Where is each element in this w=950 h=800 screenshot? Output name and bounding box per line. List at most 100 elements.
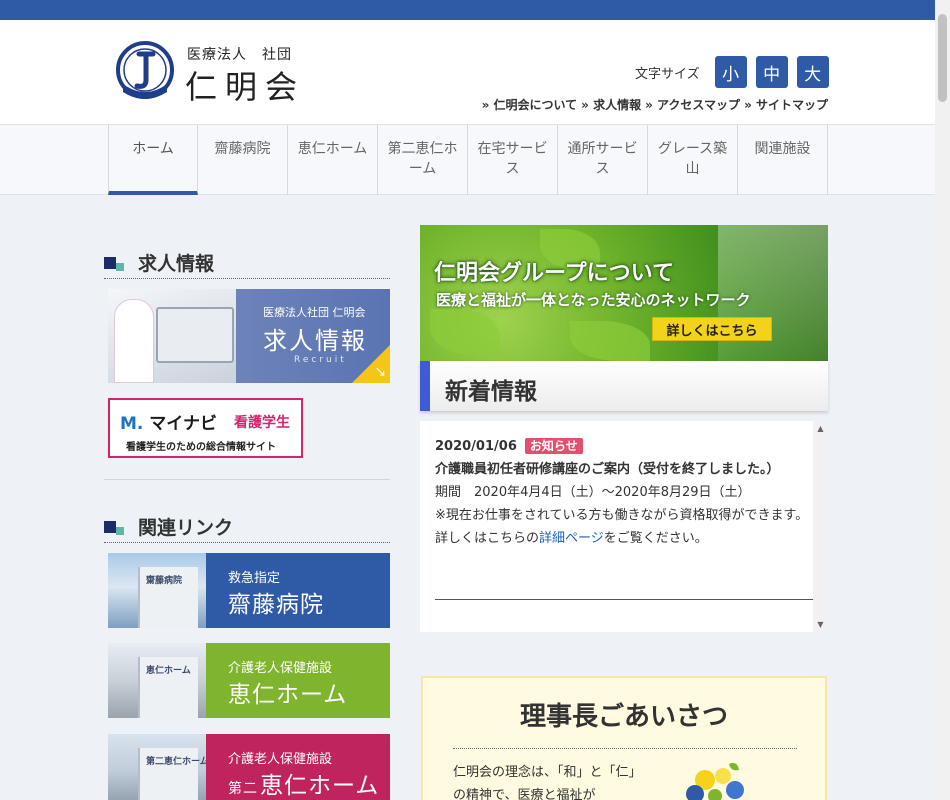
greeting-box: 理事長ごあいさつ 仁明会の理念は、「和」と「仁」の精神で、医療と福祉が <box>421 676 827 800</box>
link-about[interactable]: » 仁明会について <box>482 96 578 113</box>
nav-item-home[interactable]: ホーム <box>108 125 198 195</box>
news-heading-accent <box>420 361 430 411</box>
banner-big-label: 恵仁ホーム <box>228 682 348 708</box>
banner-big-text: 第二恵仁ホーム <box>228 766 379 800</box>
link-access-map[interactable]: » アクセスマップ <box>645 96 740 113</box>
utility-links: » 仁明会について » 求人情報 » アクセスマップ » サイトマップ <box>478 96 828 113</box>
links-heading-text: 関連リンク <box>138 517 234 539</box>
news-heading: 新着情報 <box>420 361 828 411</box>
recruit-photo <box>108 289 236 383</box>
news-detail: 詳しくはこちらの詳細ページをご覧ください。 <box>435 527 813 550</box>
link-recruit[interactable]: » 求人情報 <box>581 96 641 113</box>
nav-label: 恵仁ホーム <box>297 141 368 157</box>
font-size-label: 文字サイズ <box>635 66 700 82</box>
news-divider <box>435 599 813 600</box>
banner-body: 介護老人保健施設 恵仁ホーム <box>206 643 390 718</box>
nav-label: 在宅サービス <box>477 141 548 177</box>
banner-small-text: 介護老人保健施設 <box>228 752 333 767</box>
nurse-figure <box>114 299 154 383</box>
building-image: 齋藤病院 <box>138 567 198 628</box>
news-note: ※現在お仕事をされている方も働きながら資格取得ができます。 <box>435 508 809 523</box>
hero-subtitle: 医療と福祉が一体となった安心のネットワーク <box>436 291 751 309</box>
nav-item-day-service[interactable]: 通所サービス <box>558 125 648 195</box>
nav-label: 関連施設 <box>754 141 811 157</box>
nav-item-home-service[interactable]: 在宅サービス <box>468 125 558 195</box>
banner-big-text: 恵仁ホーム <box>228 675 347 709</box>
daini-keijin-home-banner[interactable]: 第二恵仁ホーム 介護老人保健施設 第二恵仁ホーム <box>108 734 390 800</box>
font-size-medium-button[interactable]: 中 <box>755 56 788 88</box>
logo-subtitle: 医療法人 社団 <box>187 47 292 63</box>
sidebar-divider <box>104 479 390 480</box>
nav-item-grace-tsukiyama[interactable]: グレース築山 <box>648 125 738 195</box>
building-image: 第二恵仁ホーム <box>138 748 209 800</box>
news-period: 期間 2020年4月4日（土）〜2020年8月29日（土） <box>435 485 751 500</box>
site-logo[interactable]: 医療法人 社団 仁明会 <box>115 40 315 106</box>
top-color-bar <box>0 0 935 20</box>
font-size-small-button[interactable]: 小 <box>714 56 747 88</box>
banner-body: 介護老人保健施設 第二恵仁ホーム <box>206 734 390 800</box>
banner-big-label: 恵仁ホーム <box>260 773 380 799</box>
news-item: 2020/01/06 お知らせ 介護職員初任者研修講座のご案内（受付を終了しました… <box>435 435 813 550</box>
banner-body: 救急指定 齋藤病院 <box>206 553 390 628</box>
news-scrollbar[interactable]: ▲ ▼ <box>813 421 828 632</box>
recruit-banner[interactable]: 医療法人社団 仁明会 求人情報 Recruit ↘ <box>108 289 390 383</box>
news-heading-text: 新着情報 <box>445 379 537 405</box>
mynavi-banner[interactable]: M. マイナビ 看護学生 看護学生のための総合情報サイト <box>108 398 303 458</box>
main-nav: ホーム 齋藤病院 恵仁ホーム 第二恵仁ホーム 在宅サービス 通所サービス グレー… <box>0 125 935 195</box>
nav-label: 第二恵仁ホーム <box>387 141 458 177</box>
banner-big-label: 齋藤病院 <box>228 592 324 618</box>
banner-big-text: 齋藤病院 <box>228 585 324 619</box>
font-size-switcher: 文字サイズ 小 中 大 <box>635 56 829 88</box>
news-list[interactable]: 2020/01/06 お知らせ 介護職員初任者研修講座のご案内（受付を終了しました… <box>420 421 828 632</box>
scroll-down-icon[interactable]: ▼ <box>813 617 828 632</box>
banner-prefix: 第二 <box>228 781 258 797</box>
nav-item-daini-keijin-home[interactable]: 第二恵仁ホーム <box>378 125 468 195</box>
recruit-banner-title: 求人情報 <box>263 327 367 355</box>
hero-details-button[interactable]: 詳しくはこちら <box>652 317 772 341</box>
news-detail-link[interactable]: 詳細ページ <box>539 531 604 546</box>
hospital-photo: 齋藤病院 <box>108 553 206 628</box>
news-badge: お知らせ <box>524 438 583 454</box>
logo-title: 仁明会 <box>185 68 306 106</box>
recruit-heading-text: 求人情報 <box>138 253 215 275</box>
heading-square-icon <box>104 257 124 273</box>
recruit-banner-org: 医療法人社団 仁明会 <box>263 306 366 319</box>
font-size-large-button[interactable]: 大 <box>796 56 829 88</box>
building-sign: 齋藤病院 <box>146 576 183 586</box>
page-scrollbar[interactable] <box>935 0 950 800</box>
logo-emblem-icon <box>116 41 174 99</box>
leaf-shape <box>430 309 500 355</box>
banner-small-text: 救急指定 <box>228 571 281 586</box>
keijin-home-banner[interactable]: 恵仁ホーム 介護老人保健施設 恵仁ホーム <box>108 643 390 718</box>
building-sign: 第二恵仁ホーム <box>146 757 209 767</box>
page-scrollbar-thumb[interactable] <box>938 14 947 102</box>
scroll-up-icon[interactable]: ▲ <box>813 421 828 436</box>
heading-square-icon <box>104 521 124 537</box>
leaf-shape <box>570 321 650 361</box>
mynavi-mark: M. <box>120 414 144 434</box>
news-title: 介護職員初任者研修講座のご案内（受付を終了しました。） <box>435 462 780 477</box>
building-sign: 恵仁ホーム <box>146 666 191 676</box>
flower-bouquet-icon <box>686 762 744 800</box>
recruit-heading: 求人情報 <box>104 245 390 279</box>
news-detail-suffix: をご覧ください。 <box>603 531 708 546</box>
nav-item-keijin-home[interactable]: 恵仁ホーム <box>288 125 378 195</box>
about-group-banner[interactable]: 仁明会グループについて 医療と福祉が一体となった安心のネットワーク 詳しくはこち… <box>420 225 828 361</box>
laptop-icon <box>156 307 234 363</box>
nav-item-related-facilities[interactable]: 関連施設 <box>738 125 828 195</box>
arrow-down-right-icon: ↘ <box>374 364 386 380</box>
banner-small-text: 介護老人保健施設 <box>228 661 333 676</box>
mynavi-logo: M. マイナビ <box>120 409 217 434</box>
nav-item-saito-hospital[interactable]: 齋藤病院 <box>198 125 288 195</box>
recruit-banner-en: Recruit <box>294 355 347 365</box>
news-detail-prefix: 詳しくはこちらの <box>435 531 540 546</box>
nav-label: グレース築山 <box>657 141 728 177</box>
facility-photo: 第二恵仁ホーム <box>108 734 209 800</box>
news-date: 2020/01/06 <box>435 439 517 454</box>
mynavi-kango: 看護学生 <box>234 415 290 431</box>
hero-title: 仁明会グループについて <box>434 261 675 286</box>
link-sitemap[interactable]: » サイトマップ <box>744 96 828 113</box>
saito-hospital-banner[interactable]: 齋藤病院 救急指定 齋藤病院 <box>108 553 390 628</box>
nav-label: 通所サービス <box>567 141 638 177</box>
nav-label: ホーム <box>132 141 174 157</box>
